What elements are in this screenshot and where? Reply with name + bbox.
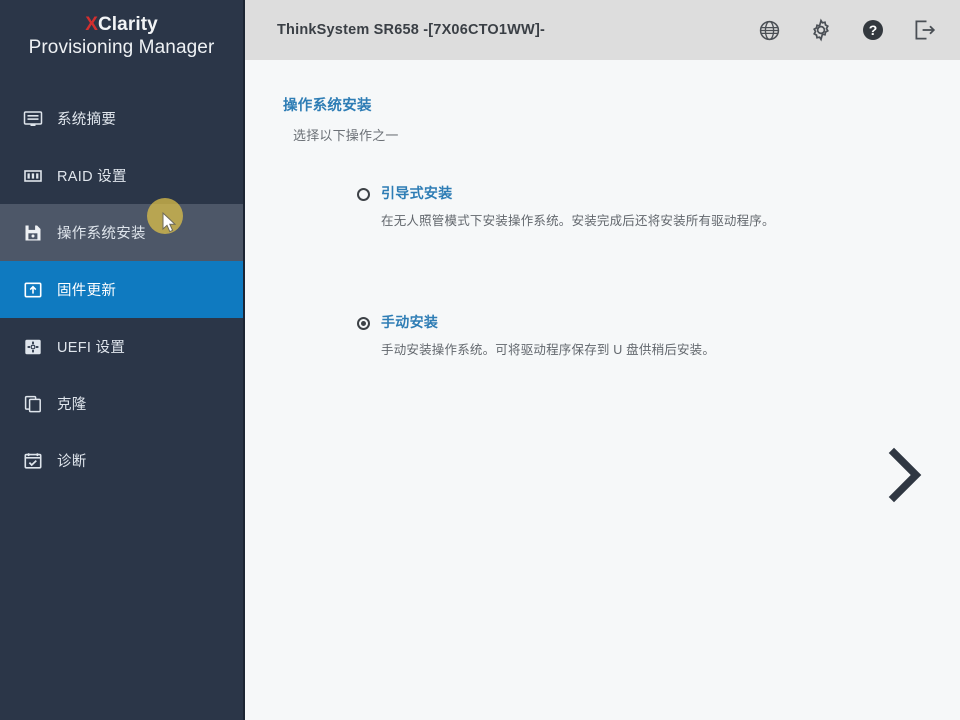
logout-icon[interactable] — [912, 17, 938, 43]
chevron-right-icon[interactable] — [882, 445, 928, 505]
main-panel: ThinkSystem SR658 -[7X06CTO1WW]- ? 操作系统安… — [245, 0, 960, 720]
copy-icon — [22, 393, 44, 415]
sidebar-item-os-installation[interactable]: 操作系统安装 — [0, 204, 243, 261]
sidebar-item-diagnostics[interactable]: 诊断 — [0, 432, 243, 489]
sidebar-item-label: 系统摘要 — [57, 112, 117, 128]
monitor-icon — [22, 108, 44, 130]
brand-name-rest: Clarity — [97, 13, 158, 35]
gear-icon[interactable] — [808, 17, 834, 43]
raid-icon — [22, 165, 44, 187]
gear-square-icon — [22, 336, 44, 358]
page-subtitle: 选择以下操作之一 — [293, 128, 399, 143]
floppy-disk-icon — [22, 222, 44, 244]
sidebar-item-uefi-settings[interactable]: UEFI 设置 — [0, 318, 243, 375]
option-description: 手动安装操作系统。可将驱动程序保存到 U 盘供稍后安装。 — [381, 343, 716, 357]
help-icon[interactable]: ? — [860, 17, 886, 43]
sidebar-item-label: RAID 设置 — [57, 169, 127, 185]
topbar: ThinkSystem SR658 -[7X06CTO1WW]- ? — [245, 0, 960, 60]
radio-manual-install[interactable] — [357, 317, 370, 330]
app-root: XClarity Provisioning Manager 系统摘要 RAID … — [0, 0, 960, 720]
option-manual-install[interactable]: 手动安装 手动安装操作系统。可将驱动程序保存到 U 盘供稍后安装。 — [357, 313, 960, 359]
option-label[interactable]: 手动安装 — [381, 313, 715, 331]
radio-guided-install[interactable] — [357, 188, 370, 201]
option-body: 手动安装 手动安装操作系统。可将驱动程序保存到 U 盘供稍后安装。 — [381, 313, 715, 359]
sidebar-item-system-summary[interactable]: 系统摘要 — [0, 90, 243, 147]
brand-logo: XClarity Provisioning Manager — [0, 0, 243, 68]
option-guided-install[interactable]: 引导式安装 在无人照管模式下安装操作系统。安装完成后还将安装所有驱动程序。 — [357, 184, 960, 230]
option-body: 引导式安装 在无人照管模式下安装操作系统。安装完成后还将安装所有驱动程序。 — [381, 184, 775, 230]
globe-icon[interactable] — [756, 17, 782, 43]
topbar-icon-group: ? — [756, 17, 938, 43]
brand-line-2: Provisioning Manager — [28, 36, 215, 58]
content-area: 操作系统安装 选择以下操作之一 引导式安装 在无人照管模式下安装操作系统。安装完… — [245, 60, 960, 720]
sidebar-item-label: 克隆 — [57, 397, 87, 413]
option-description: 在无人照管模式下安装操作系统。安装完成后还将安装所有驱动程序。 — [381, 214, 775, 228]
sidebar-item-label: 诊断 — [57, 454, 87, 470]
sidebar: XClarity Provisioning Manager 系统摘要 RAID … — [0, 0, 245, 720]
sidebar-item-label: UEFI 设置 — [57, 340, 126, 356]
sidebar-nav: 系统摘要 RAID 设置 操作系统安装 固件更新 UEFI 设置 克隆 诊断 — [0, 90, 243, 489]
checklist-icon — [22, 450, 44, 472]
firmware-update-icon — [22, 279, 44, 301]
brand-line-1: XClarity — [85, 14, 158, 36]
brand-accent-letter: X — [85, 13, 98, 35]
installation-options: 引导式安装 在无人照管模式下安装操作系统。安装完成后还将安装所有驱动程序。 手动… — [357, 184, 960, 359]
svg-text:?: ? — [869, 22, 878, 38]
sidebar-item-firmware-update[interactable]: 固件更新 — [0, 261, 243, 318]
page-title: 操作系统安装 — [283, 98, 372, 114]
sidebar-item-label: 固件更新 — [57, 283, 117, 299]
sidebar-item-clone[interactable]: 克隆 — [0, 375, 243, 432]
sidebar-item-raid-settings[interactable]: RAID 设置 — [0, 147, 243, 204]
sidebar-item-label: 操作系统安装 — [57, 226, 146, 242]
option-label[interactable]: 引导式安装 — [381, 184, 775, 202]
page-machine-title: ThinkSystem SR658 -[7X06CTO1WW]- — [277, 22, 546, 38]
